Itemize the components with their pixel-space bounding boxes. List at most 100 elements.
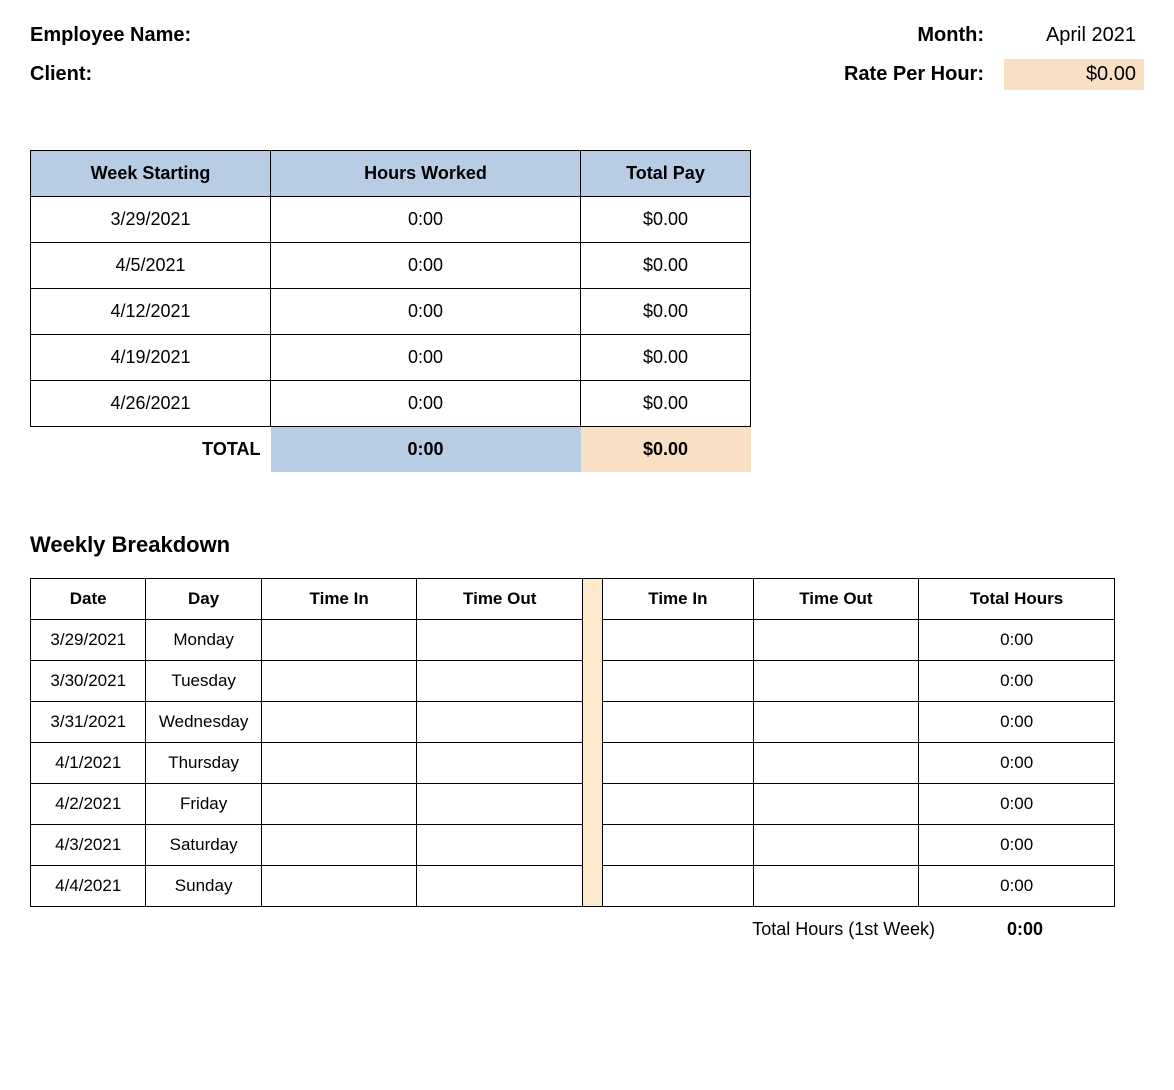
breakdown-totalhours-cell[interactable]: 0:00	[919, 743, 1115, 784]
breakdown-header-day: Day	[146, 579, 261, 620]
breakdown-timeout2-cell[interactable]	[753, 661, 919, 702]
summary-hours-cell[interactable]: 0:00	[271, 197, 581, 243]
breakdown-timein2-cell[interactable]	[603, 743, 754, 784]
breakdown-totalhours-cell[interactable]: 0:00	[919, 620, 1115, 661]
month-label: Month:	[917, 24, 984, 47]
breakdown-row: 3/29/2021 Monday 0:00	[31, 620, 1115, 661]
breakdown-date-cell[interactable]: 3/30/2021	[31, 661, 146, 702]
breakdown-header-totalhours: Total Hours	[919, 579, 1115, 620]
breakdown-day-cell[interactable]: Sunday	[146, 866, 261, 907]
breakdown-totalhours-cell[interactable]: 0:00	[919, 702, 1115, 743]
breakdown-date-cell[interactable]: 4/1/2021	[31, 743, 146, 784]
breakdown-totalhours-cell[interactable]: 0:00	[919, 784, 1115, 825]
breakdown-totalhours-cell[interactable]: 0:00	[919, 825, 1115, 866]
summary-pay-cell[interactable]: $0.00	[581, 335, 751, 381]
summary-week-cell[interactable]: 4/5/2021	[31, 243, 271, 289]
breakdown-row: 4/2/2021 Friday 0:00	[31, 784, 1115, 825]
breakdown-date-cell[interactable]: 3/31/2021	[31, 702, 146, 743]
breakdown-row: 4/4/2021 Sunday 0:00	[31, 866, 1115, 907]
breakdown-separator	[583, 661, 603, 702]
breakdown-timein2-cell[interactable]	[603, 620, 754, 661]
breakdown-timeout2-cell[interactable]	[753, 743, 919, 784]
breakdown-timein2-cell[interactable]	[603, 784, 754, 825]
summary-week-cell[interactable]: 4/19/2021	[31, 335, 271, 381]
breakdown-separator	[583, 784, 603, 825]
breakdown-header-timein: Time In	[261, 579, 417, 620]
breakdown-timein-cell[interactable]	[261, 866, 417, 907]
summary-row: 4/26/2021 0:00 $0.00	[31, 381, 751, 427]
breakdown-separator	[583, 866, 603, 907]
breakdown-row: 4/1/2021 Thursday 0:00	[31, 743, 1115, 784]
breakdown-timeout2-cell[interactable]	[753, 620, 919, 661]
summary-pay-cell[interactable]: $0.00	[581, 197, 751, 243]
client-label: Client:	[30, 63, 92, 86]
month-value: April 2021	[1004, 20, 1144, 51]
summary-header-hours: Hours Worked	[271, 151, 581, 197]
breakdown-timeout-cell[interactable]	[417, 784, 583, 825]
summary-week-cell[interactable]: 3/29/2021	[31, 197, 271, 243]
summary-hours-cell[interactable]: 0:00	[271, 243, 581, 289]
breakdown-day-cell[interactable]: Wednesday	[146, 702, 261, 743]
breakdown-row: 3/30/2021 Tuesday 0:00	[31, 661, 1115, 702]
breakdown-timeout-cell[interactable]	[417, 661, 583, 702]
summary-header-pay: Total Pay	[581, 151, 751, 197]
breakdown-table: Date Day Time In Time Out Time In Time O…	[30, 578, 1115, 907]
breakdown-date-cell[interactable]: 4/3/2021	[31, 825, 146, 866]
summary-total-pay: $0.00	[581, 427, 751, 473]
breakdown-timeout-cell[interactable]	[417, 825, 583, 866]
breakdown-timein2-cell[interactable]	[603, 702, 754, 743]
breakdown-day-cell[interactable]: Tuesday	[146, 661, 261, 702]
breakdown-timein-cell[interactable]	[261, 743, 417, 784]
summary-total-label: TOTAL	[31, 427, 271, 473]
breakdown-day-cell[interactable]: Thursday	[146, 743, 261, 784]
breakdown-timeout2-cell[interactable]	[753, 825, 919, 866]
breakdown-header-timein2: Time In	[603, 579, 754, 620]
breakdown-row: 3/31/2021 Wednesday 0:00	[31, 702, 1115, 743]
breakdown-totalhours-cell[interactable]: 0:00	[919, 866, 1115, 907]
summary-week-cell[interactable]: 4/12/2021	[31, 289, 271, 335]
breakdown-row: 4/3/2021 Saturday 0:00	[31, 825, 1115, 866]
summary-hours-cell[interactable]: 0:00	[271, 381, 581, 427]
summary-pay-cell[interactable]: $0.00	[581, 381, 751, 427]
summary-row: 3/29/2021 0:00 $0.00	[31, 197, 751, 243]
breakdown-separator	[583, 743, 603, 784]
breakdown-timeout2-cell[interactable]	[753, 784, 919, 825]
breakdown-footer-value: 0:00	[995, 919, 1055, 940]
breakdown-timeout-cell[interactable]	[417, 743, 583, 784]
breakdown-timein-cell[interactable]	[261, 702, 417, 743]
breakdown-timeout-cell[interactable]	[417, 620, 583, 661]
summary-pay-cell[interactable]: $0.00	[581, 289, 751, 335]
breakdown-timein2-cell[interactable]	[603, 661, 754, 702]
breakdown-date-cell[interactable]: 4/4/2021	[31, 866, 146, 907]
summary-week-cell[interactable]: 4/26/2021	[31, 381, 271, 427]
breakdown-timein-cell[interactable]	[261, 661, 417, 702]
summary-hours-cell[interactable]: 0:00	[271, 289, 581, 335]
breakdown-separator	[583, 620, 603, 661]
breakdown-date-cell[interactable]: 3/29/2021	[31, 620, 146, 661]
breakdown-timeout-cell[interactable]	[417, 702, 583, 743]
summary-pay-cell[interactable]: $0.00	[581, 243, 751, 289]
rate-value[interactable]: $0.00	[1004, 59, 1144, 90]
summary-row: 4/12/2021 0:00 $0.00	[31, 289, 751, 335]
breakdown-separator	[583, 702, 603, 743]
breakdown-timeout2-cell[interactable]	[753, 702, 919, 743]
breakdown-day-cell[interactable]: Monday	[146, 620, 261, 661]
summary-total-hours: 0:00	[271, 427, 581, 473]
breakdown-timein2-cell[interactable]	[603, 866, 754, 907]
breakdown-timein-cell[interactable]	[261, 825, 417, 866]
summary-hours-cell[interactable]: 0:00	[271, 335, 581, 381]
breakdown-day-cell[interactable]: Saturday	[146, 825, 261, 866]
summary-table: Week Starting Hours Worked Total Pay 3/2…	[30, 150, 751, 472]
rate-label: Rate Per Hour:	[844, 63, 984, 86]
breakdown-day-cell[interactable]: Friday	[146, 784, 261, 825]
summary-row: 4/5/2021 0:00 $0.00	[31, 243, 751, 289]
breakdown-totalhours-cell[interactable]: 0:00	[919, 661, 1115, 702]
breakdown-timein2-cell[interactable]	[603, 825, 754, 866]
breakdown-timein-cell[interactable]	[261, 784, 417, 825]
employee-name-label: Employee Name:	[30, 24, 191, 47]
breakdown-header-timeout: Time Out	[417, 579, 583, 620]
breakdown-timein-cell[interactable]	[261, 620, 417, 661]
breakdown-date-cell[interactable]: 4/2/2021	[31, 784, 146, 825]
breakdown-timeout-cell[interactable]	[417, 866, 583, 907]
breakdown-timeout2-cell[interactable]	[753, 866, 919, 907]
